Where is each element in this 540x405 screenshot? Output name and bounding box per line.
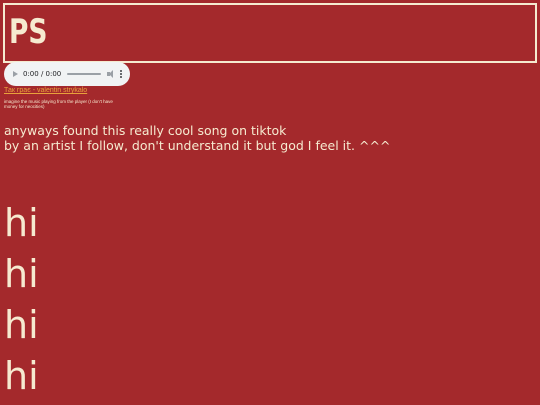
site-logo: PS — [9, 12, 48, 52]
greeting-item: hi — [4, 201, 39, 245]
song-link[interactable]: Так грає - valentin strykalo — [4, 87, 87, 94]
play-icon[interactable] — [13, 71, 18, 77]
header-banner: PS — [3, 3, 537, 63]
greeting-item: hi — [4, 303, 39, 347]
audio-progress-bar[interactable] — [67, 73, 102, 75]
music-note-text: imagine the music playing from the playe… — [4, 99, 113, 109]
more-options-icon[interactable] — [120, 70, 123, 78]
audio-player[interactable]: 0:00 / 0:00 — [4, 62, 130, 86]
volume-icon[interactable] — [107, 70, 115, 78]
audio-time: 0:00 / 0:00 — [23, 70, 62, 78]
post-line-2: by an artist I follow, don't understand … — [4, 138, 391, 153]
greeting-item: hi — [4, 354, 39, 398]
greeting-list: hi hi hi hi — [4, 198, 39, 402]
post-line-1: anyways found this really cool song on t… — [4, 123, 287, 138]
greeting-item: hi — [4, 252, 39, 296]
post-paragraph: anyways found this really cool song on t… — [4, 123, 390, 153]
